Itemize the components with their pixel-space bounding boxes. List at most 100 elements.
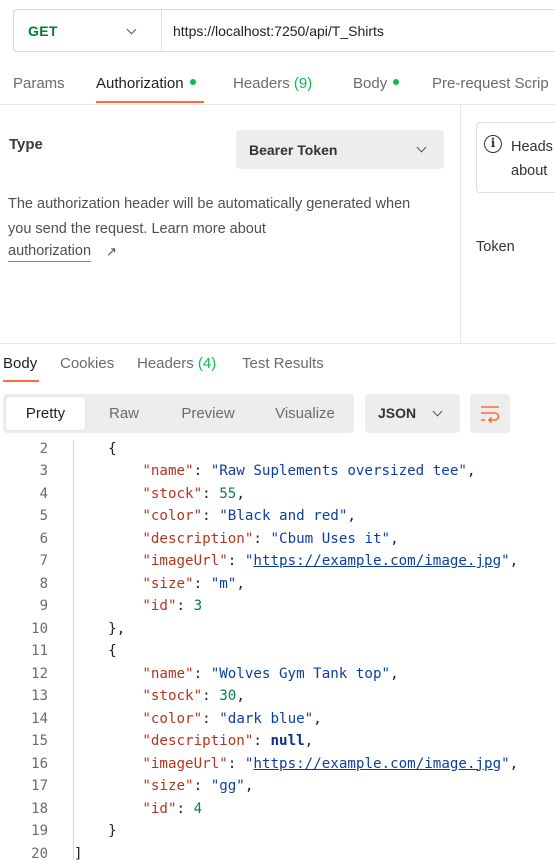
code-text: "name": "Wolves Gym Tank top", xyxy=(142,665,399,682)
status-dot-icon xyxy=(189,79,196,86)
tab-response-headers[interactable]: Headers (4) xyxy=(137,355,216,372)
format-raw-button[interactable]: Raw xyxy=(93,394,155,433)
line-number: 16 xyxy=(31,755,48,772)
code-line: 8 "size": "m", xyxy=(0,573,555,595)
tab-test-results[interactable]: Test Results xyxy=(242,355,324,372)
tab-params[interactable]: Params xyxy=(13,75,65,92)
tab-authorization[interactable]: Authorization xyxy=(96,75,196,92)
line-number: 4 xyxy=(39,485,48,502)
code-text: "stock": 30, xyxy=(142,688,245,704)
tab-headers[interactable]: Headers (9) xyxy=(233,75,312,92)
format-visualize-button[interactable]: Visualize xyxy=(261,394,349,433)
json-number: 4 xyxy=(193,800,203,817)
code-text: { xyxy=(74,643,117,659)
json-key: "imageUrl" xyxy=(142,553,228,569)
tab-headers-count: (9) xyxy=(293,75,313,92)
chevron-down-icon xyxy=(126,24,137,35)
code-line: 9 "id": 3 xyxy=(0,595,555,617)
code-text: }, xyxy=(74,620,126,637)
code-text: "imageUrl": "https://example.com/image.j… xyxy=(142,553,519,569)
json-string: "dark blue" xyxy=(219,710,314,727)
code-text: "id": 3 xyxy=(142,598,203,614)
json-key: "color" xyxy=(142,710,203,727)
format-preview-button[interactable]: Preview xyxy=(163,394,253,433)
tab-cookies[interactable]: Cookies xyxy=(60,355,114,372)
code-line: 4 "stock": 55, xyxy=(0,483,555,505)
json-string: "Raw Suplements oversized tee" xyxy=(210,463,467,479)
status-dot-icon xyxy=(393,79,400,86)
code-line: 6 "description": "Cbum Uses it", xyxy=(0,528,555,550)
json-string: "Cbum Uses it" xyxy=(270,530,391,547)
code-line: 3 "name": "Raw Suplements oversized tee"… xyxy=(0,460,555,482)
line-number: 3 xyxy=(39,463,48,479)
line-number: 15 xyxy=(31,733,48,749)
info-icon: i xyxy=(484,135,502,153)
code-text: "description": "Cbum Uses it", xyxy=(142,530,399,547)
code-line: 16 "imageUrl": "https://example.com/imag… xyxy=(0,753,555,775)
tab-headers-label: Headers xyxy=(233,75,290,92)
code-line: 20] xyxy=(0,843,555,860)
code-text: "stock": 55, xyxy=(142,485,245,502)
code-line: 12 "name": "Wolves Gym Tank top", xyxy=(0,663,555,685)
code-line: 7 "imageUrl": "https://example.com/image… xyxy=(0,550,555,572)
language-value: JSON xyxy=(378,405,417,421)
wrap-lines-icon xyxy=(481,406,500,424)
tab-body[interactable]: Body xyxy=(353,75,400,92)
active-tab-indicator xyxy=(96,101,204,103)
code-text: "size": "m", xyxy=(142,575,245,592)
url-input[interactable]: https://localhost:7250/api/T_Shirts xyxy=(162,23,384,39)
code-line: 19 } xyxy=(0,820,555,842)
json-url-link[interactable]: https://example.com/image.jpg xyxy=(253,553,501,569)
method-select[interactable]: GET xyxy=(14,10,162,51)
chevron-down-icon xyxy=(416,142,427,153)
code-text: "size": "gg", xyxy=(142,778,254,794)
code-text: "description": null, xyxy=(142,733,314,749)
tab-prerequest[interactable]: Pre-request Scrip xyxy=(432,75,549,92)
json-key: "name" xyxy=(142,665,194,682)
token-label: Token xyxy=(476,239,515,255)
line-number: 18 xyxy=(31,800,48,817)
json-string: "Black and red" xyxy=(219,508,348,524)
json-url-link[interactable]: https://example.com/image.jpg xyxy=(253,756,501,772)
line-number: 14 xyxy=(31,710,48,727)
json-key: "description" xyxy=(142,530,254,547)
code-line: 14 "color": "dark blue", xyxy=(0,708,555,730)
chevron-down-icon xyxy=(432,406,443,417)
code-text: "color": "Black and red", xyxy=(142,508,356,524)
auth-type-label: Type xyxy=(9,136,43,153)
format-pretty-button[interactable]: Pretty xyxy=(5,396,86,431)
json-key: "imageUrl" xyxy=(142,755,228,772)
tab-response-headers-count: (4) xyxy=(197,355,217,372)
auth-type-value: Bearer Token xyxy=(249,141,338,158)
code-text: "imageUrl": "https://example.com/image.j… xyxy=(142,755,519,772)
line-number: 12 xyxy=(31,665,48,682)
tab-response-headers-label: Headers xyxy=(137,355,194,372)
line-number: 6 xyxy=(39,530,48,547)
line-number: 13 xyxy=(31,688,48,704)
auth-type-select[interactable]: Bearer Token xyxy=(236,130,444,169)
language-select[interactable]: JSON xyxy=(365,394,460,433)
authorization-link[interactable]: authorization xyxy=(8,241,92,262)
json-null: null xyxy=(270,733,305,749)
json-key: "stock" xyxy=(142,485,203,502)
line-number: 8 xyxy=(39,575,48,592)
code-line: 2 { xyxy=(0,438,555,460)
json-number: 55 xyxy=(219,485,237,502)
json-key: "id" xyxy=(142,598,177,614)
code-line: 11 { xyxy=(0,640,555,662)
info-text: Heads about xyxy=(511,139,553,179)
code-line: 17 "size": "gg", xyxy=(0,775,555,797)
json-string: "gg" xyxy=(210,778,245,794)
divider xyxy=(0,104,555,105)
code-line: 5 "color": "Black and red", xyxy=(0,505,555,527)
tab-response-body[interactable]: Body xyxy=(3,355,37,372)
line-number: 2 xyxy=(39,441,48,457)
active-tab-indicator xyxy=(3,380,39,382)
json-key: "size" xyxy=(142,575,194,592)
line-number: 7 xyxy=(39,553,48,569)
format-segmented-control: Pretty Raw Preview Visualize xyxy=(3,394,354,433)
external-link-icon: ↗ xyxy=(106,244,117,259)
code-line: 10 }, xyxy=(0,618,555,640)
json-key: "name" xyxy=(142,463,194,479)
wrap-lines-button[interactable] xyxy=(470,394,510,433)
